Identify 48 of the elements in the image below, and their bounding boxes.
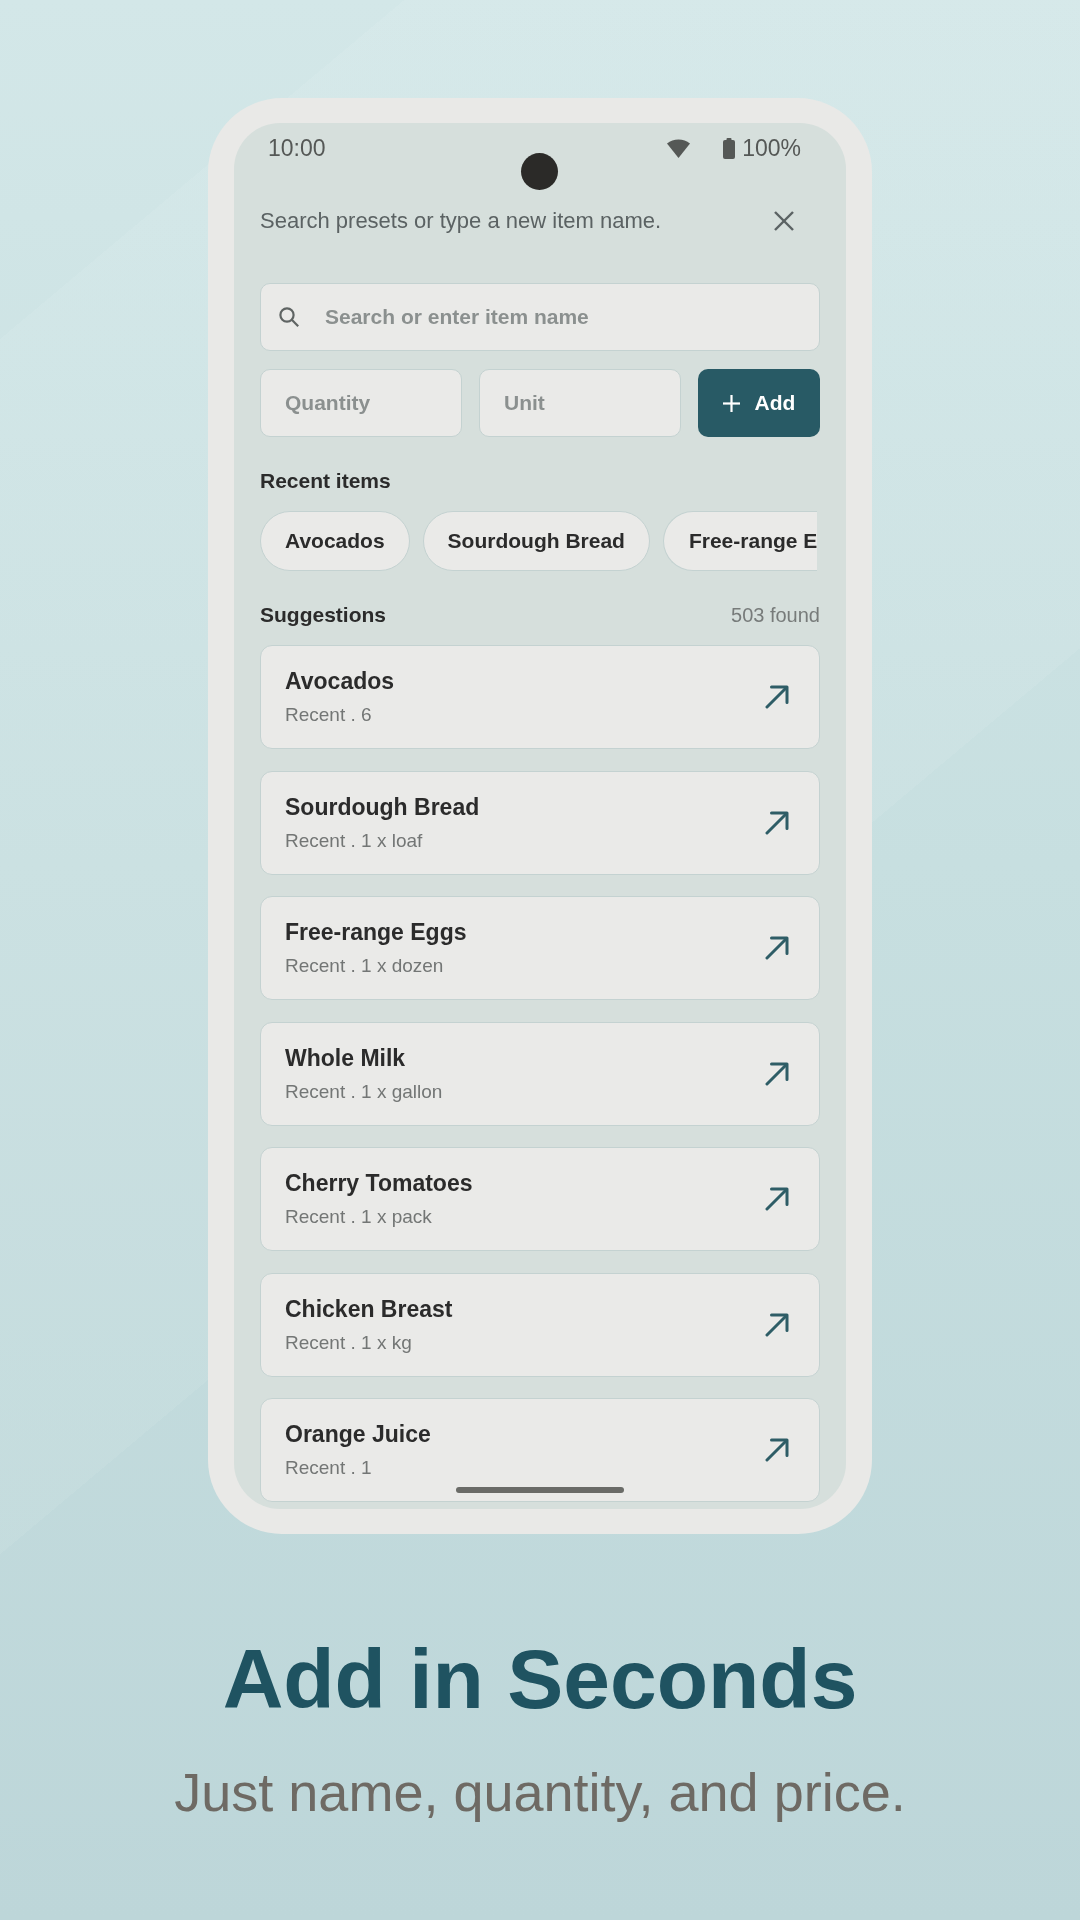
unit-field[interactable]: Unit — [479, 369, 681, 437]
battery-icon — [723, 137, 736, 159]
plus-icon — [722, 394, 740, 412]
item-name: Free-range Eggs — [285, 918, 467, 946]
sheet-hint: Search presets or type a new item name. — [260, 208, 662, 234]
section-title: Recent items — [260, 468, 391, 494]
arrow-up-right-icon — [765, 1438, 789, 1462]
suggestion-card[interactable]: Sourdough Bread Recent . 1 x loaf — [260, 770, 820, 875]
suggestion-card[interactable]: Chicken Breast Recent . 1 x kg — [260, 1272, 820, 1377]
arrow-up-right-icon — [765, 1061, 789, 1086]
recent-item-chip[interactable]: Sourdough Bread — [422, 511, 650, 571]
battery-percent: 100% — [742, 136, 801, 160]
arrow-up-right-icon — [765, 936, 789, 960]
search-icon — [279, 307, 299, 327]
item-detail: Recent . 1 x pack — [285, 1205, 433, 1229]
suggestion-card[interactable]: Cherry Tomatoes Recent . 1 x pack — [260, 1147, 820, 1251]
recent-item-chip[interactable]: Avocados — [260, 511, 410, 571]
section-title: Suggestions — [260, 602, 386, 628]
result-count: 503 found — [731, 603, 820, 628]
quantity-field[interactable]: Quantity — [260, 369, 462, 437]
item-name: Cherry Tomatoes — [285, 1169, 473, 1197]
suggestion-card[interactable]: Whole Milk Recent . 1 x gallon — [260, 1021, 820, 1126]
arrow-up-right-icon — [765, 1187, 789, 1211]
arrow-up-right-icon — [765, 685, 789, 709]
add-button[interactable]: Add — [698, 369, 820, 437]
item-detail: Recent . 1 x gallon — [285, 1079, 443, 1104]
item-name: Whole Milk — [285, 1043, 407, 1072]
arrow-up-right-icon — [765, 1312, 789, 1337]
suggestion-card[interactable]: Free-range Eggs Recent . 1 x dozen — [260, 896, 820, 1000]
item-detail: Recent . 1 x loaf — [285, 828, 424, 853]
suggestion-card[interactable]: Avocados Recent . 6 — [260, 645, 820, 749]
item-detail: Recent . 6 — [285, 703, 373, 727]
item-detail: Recent . 1 x kg — [285, 1330, 413, 1355]
item-name: Avocados — [285, 667, 395, 695]
item-detail: Recent . 1 x dozen — [285, 954, 445, 978]
recent-item-chip[interactable]: Free-range E — [662, 511, 818, 571]
close-icon[interactable] — [774, 211, 794, 231]
suggestion-card[interactable]: Orange Juice Recent . 1 — [260, 1398, 820, 1502]
item-detail: Recent . 1 — [285, 1456, 373, 1480]
headline: Add in Seconds — [222, 1637, 858, 1721]
status-time: 10:00 — [268, 136, 326, 160]
camera-cutout — [521, 153, 558, 190]
item-name: Sourdough Bread — [285, 792, 480, 821]
search-field[interactable]: Search or enter item name — [260, 283, 820, 351]
wifi-icon — [667, 138, 691, 158]
item-name: Orange Juice — [285, 1420, 431, 1448]
item-name: Chicken Breast — [285, 1294, 453, 1323]
arrow-up-right-icon — [765, 810, 789, 835]
